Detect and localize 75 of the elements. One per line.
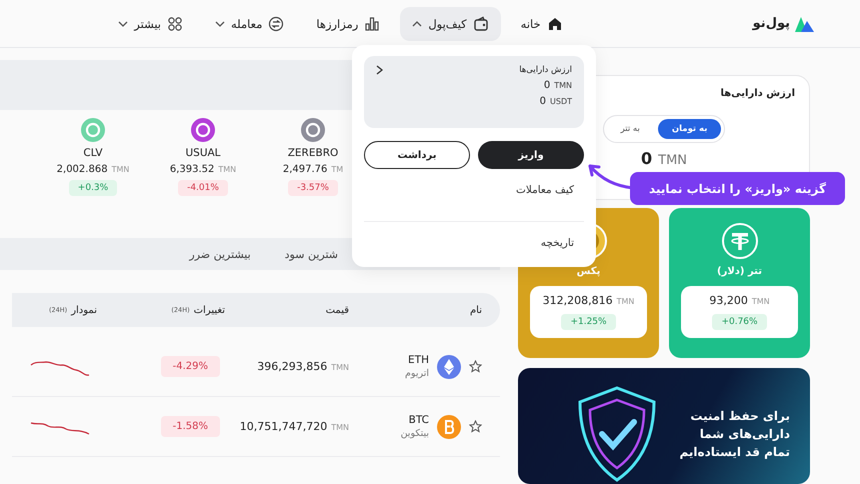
currency-unit: TMN bbox=[218, 165, 236, 174]
price-value: 312,208,816 bbox=[542, 294, 613, 307]
coin-icon bbox=[437, 354, 461, 378]
toggle-option[interactable]: به تومان bbox=[658, 119, 722, 139]
caret-icon bbox=[215, 20, 226, 26]
nav-tab[interactable]: خانه bbox=[508, 6, 575, 40]
currency-unit: TMN bbox=[331, 423, 349, 432]
nav-tab[interactable]: کیف‌پول bbox=[400, 6, 501, 40]
currency-unit: TMN bbox=[658, 153, 688, 168]
star-icon[interactable] bbox=[469, 360, 482, 373]
amount-value: 0 bbox=[544, 80, 550, 91]
withdraw-button[interactable]: برداشت bbox=[364, 141, 470, 169]
promo-banner[interactable]: برای حفظ امنیت دارایی‌های شما تمام قد ایستاده‌ایم bbox=[518, 368, 810, 484]
change-badge: -1.58% bbox=[160, 416, 220, 437]
star-icon[interactable] bbox=[469, 420, 482, 433]
coin-symbol: CLV bbox=[83, 147, 103, 159]
home-icon bbox=[546, 16, 563, 32]
nav-tab[interactable]: رمزارزها bbox=[304, 6, 392, 40]
logo-text: پول‌نو bbox=[752, 16, 790, 31]
change-badge: +0.3% bbox=[68, 180, 118, 196]
change-badge: -3.57% bbox=[288, 180, 338, 196]
caret-icon bbox=[118, 20, 128, 26]
coin-icon bbox=[81, 118, 105, 142]
currency-unit: TMN bbox=[554, 81, 572, 90]
amount-value: 0 bbox=[540, 96, 546, 107]
tether-icon bbox=[720, 222, 758, 260]
banner-text: برای حفظ امنیت دارایی‌های شما تمام قد ایستاده‌ایم bbox=[678, 408, 790, 461]
currency-unit: TMN bbox=[112, 165, 130, 174]
column-header: نمودار bbox=[71, 304, 97, 316]
filter-tab[interactable]: بیشترین ضرر bbox=[177, 242, 263, 266]
summary-title: ارزش دارایی‌ها bbox=[519, 65, 572, 75]
amount-value: 0 bbox=[640, 149, 652, 168]
currency-unit: TMN bbox=[752, 297, 770, 306]
coin-symbol: ETH bbox=[407, 354, 429, 366]
filter-tab[interactable]: شترین سود bbox=[272, 242, 350, 266]
coin-icon bbox=[191, 118, 215, 142]
card-title: ارزش دارایی‌ها bbox=[720, 88, 795, 99]
instruction-callout: گزینه «واریز» را انتخاب نمایید bbox=[630, 172, 845, 205]
price-value: 93,200 bbox=[709, 294, 748, 307]
bar-chart-icon bbox=[364, 16, 380, 32]
coin-name: بیتکوین bbox=[400, 428, 429, 439]
price-value: 396,293,856 bbox=[257, 360, 328, 373]
change-badge: +1.25% bbox=[561, 314, 616, 330]
coin-symbol: ZEREBRO bbox=[288, 147, 338, 159]
currency-unit: TMN bbox=[331, 363, 349, 372]
grid-icon bbox=[167, 16, 184, 32]
currency-unit: TMN bbox=[616, 297, 634, 306]
change-badge: -4.29% bbox=[160, 356, 220, 377]
coin-symbol: BTC bbox=[408, 414, 429, 426]
caret-icon bbox=[412, 20, 422, 26]
coin-name: اتریوم bbox=[405, 368, 429, 379]
currency-unit: TM bbox=[331, 165, 344, 174]
coin-icon bbox=[301, 118, 325, 142]
wallet-icon bbox=[472, 16, 489, 32]
price-value: 2,497.76 bbox=[282, 164, 328, 175]
card-title: پکس bbox=[576, 266, 600, 277]
coin-icon bbox=[437, 414, 461, 438]
column-header: قیمت bbox=[326, 304, 349, 316]
toggle-option[interactable]: به تتر bbox=[606, 119, 654, 139]
exchange-icon bbox=[268, 16, 284, 32]
card-title: تتر (دلار) bbox=[717, 266, 762, 277]
coin-symbol: USUAL bbox=[185, 147, 221, 159]
column-header: تغییرات bbox=[194, 304, 225, 316]
price-value: 2,002.868 bbox=[56, 164, 108, 175]
nav-tab[interactable]: معامله bbox=[203, 6, 296, 40]
chevron-icon bbox=[376, 65, 383, 75]
price-value: 6,393.52 bbox=[170, 164, 214, 175]
price-value: 10,751,747,720 bbox=[240, 420, 328, 433]
nav-tab[interactable]: بیشتر bbox=[106, 6, 196, 40]
change-badge: -4.01% bbox=[178, 180, 228, 196]
column-header: نام bbox=[470, 304, 482, 316]
deposit-button[interactable]: واریز bbox=[478, 141, 584, 169]
currency-unit: USDT bbox=[550, 97, 572, 106]
logo-icon bbox=[793, 14, 815, 32]
change-badge: +0.76% bbox=[712, 314, 767, 330]
